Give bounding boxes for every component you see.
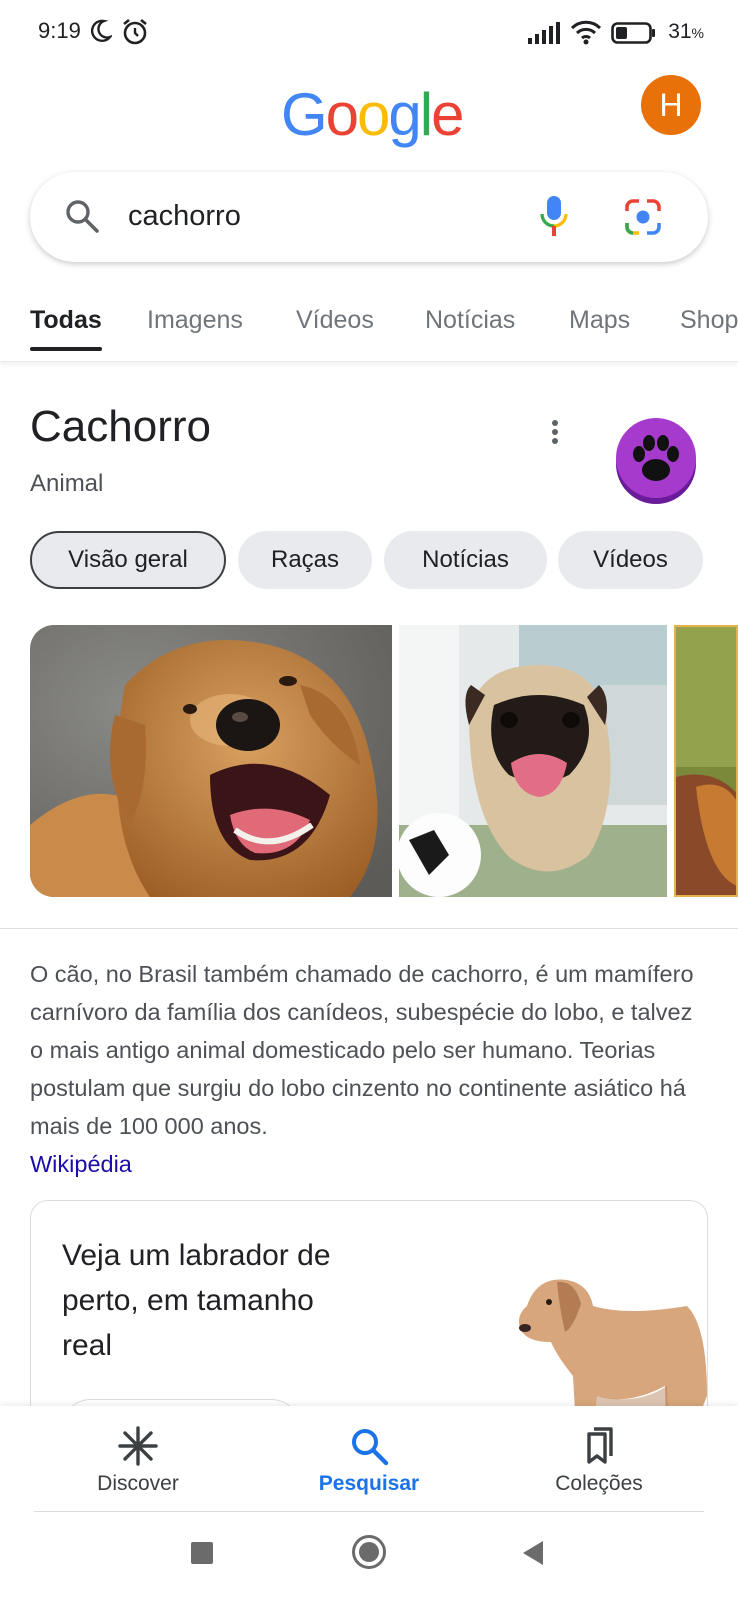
nav-discover-label: Discover bbox=[97, 1472, 179, 1495]
tab-videos[interactable]: Vídeos bbox=[296, 306, 374, 335]
nav-colecoes[interactable]: Coleções bbox=[499, 1406, 699, 1512]
bottom-nav: Discover Pesquisar Coleções bbox=[0, 1406, 738, 1512]
avatar[interactable]: H bbox=[641, 75, 701, 135]
nav-pesquisar[interactable]: Pesquisar bbox=[269, 1406, 469, 1512]
signal-icon bbox=[528, 22, 560, 44]
knowledge-panel-title: Cachorro bbox=[30, 402, 211, 451]
lens-icon[interactable] bbox=[623, 197, 663, 237]
active-tab-indicator bbox=[30, 347, 102, 351]
asterisk-icon bbox=[118, 1426, 158, 1466]
pug-photo[interactable] bbox=[399, 625, 667, 897]
wikipedia-link[interactable]: Wikipédia bbox=[30, 1151, 132, 1177]
ar-card-text: Veja um labrador de perto, em tamanho re… bbox=[62, 1239, 331, 1362]
tab-imagens[interactable]: Imagens bbox=[147, 306, 243, 335]
chip-noticias[interactable]: Notícias bbox=[384, 531, 547, 589]
dog-photo-partial[interactable] bbox=[674, 625, 738, 897]
divider bbox=[0, 928, 738, 929]
nav-discover[interactable]: Discover bbox=[38, 1406, 238, 1512]
recents-button-icon[interactable] bbox=[191, 1542, 213, 1564]
tab-todas[interactable]: Todas bbox=[30, 306, 102, 335]
battery-percent: 31% bbox=[668, 20, 704, 43]
system-nav-bar bbox=[0, 1512, 738, 1600]
chip-racas[interactable]: Raças bbox=[238, 531, 372, 589]
status-bar: 9:19 31% bbox=[0, 0, 738, 62]
search-tabs: Todas Imagens Vídeos Notícias Maps Shop bbox=[0, 300, 738, 362]
search-icon bbox=[66, 200, 99, 233]
tab-noticias[interactable]: Notícias bbox=[425, 306, 515, 335]
home-button-icon[interactable] bbox=[351, 1534, 387, 1570]
nav-colecoes-label: Coleções bbox=[555, 1472, 643, 1495]
nav-pesquisar-label: Pesquisar bbox=[318, 1472, 420, 1495]
google-logo[interactable]: Google bbox=[281, 80, 465, 149]
status-time: 9:19 bbox=[38, 18, 81, 43]
tab-shop[interactable]: Shop bbox=[680, 306, 738, 335]
more-options-icon[interactable] bbox=[550, 420, 560, 450]
page: 9:19 31% Google H cachorro Todas Imagens… bbox=[0, 0, 738, 1600]
alarm-icon bbox=[123, 18, 147, 45]
mic-icon[interactable] bbox=[538, 194, 570, 240]
chip-videos[interactable]: Vídeos bbox=[558, 531, 703, 589]
search-icon bbox=[352, 1429, 389, 1466]
chip-visao-geral[interactable]: Visão geral bbox=[30, 531, 226, 589]
knowledge-panel-subtitle: Animal bbox=[30, 470, 104, 497]
moon-icon bbox=[90, 19, 112, 42]
back-button-icon[interactable] bbox=[521, 1540, 545, 1566]
description-text: O cão, no Brasil também chamado de cacho… bbox=[30, 961, 694, 1139]
wifi-icon bbox=[570, 20, 602, 45]
search-input[interactable]: cachorro bbox=[128, 200, 241, 233]
golden-retriever-photo[interactable] bbox=[30, 625, 392, 897]
search-box[interactable]: cachorro bbox=[30, 172, 708, 262]
collections-icon bbox=[587, 1427, 613, 1464]
battery-icon bbox=[611, 22, 655, 44]
paw-badge-icon bbox=[616, 418, 696, 504]
entity-description: O cão, no Brasil também chamado de cacho… bbox=[30, 955, 710, 1183]
tab-maps[interactable]: Maps bbox=[569, 306, 630, 335]
